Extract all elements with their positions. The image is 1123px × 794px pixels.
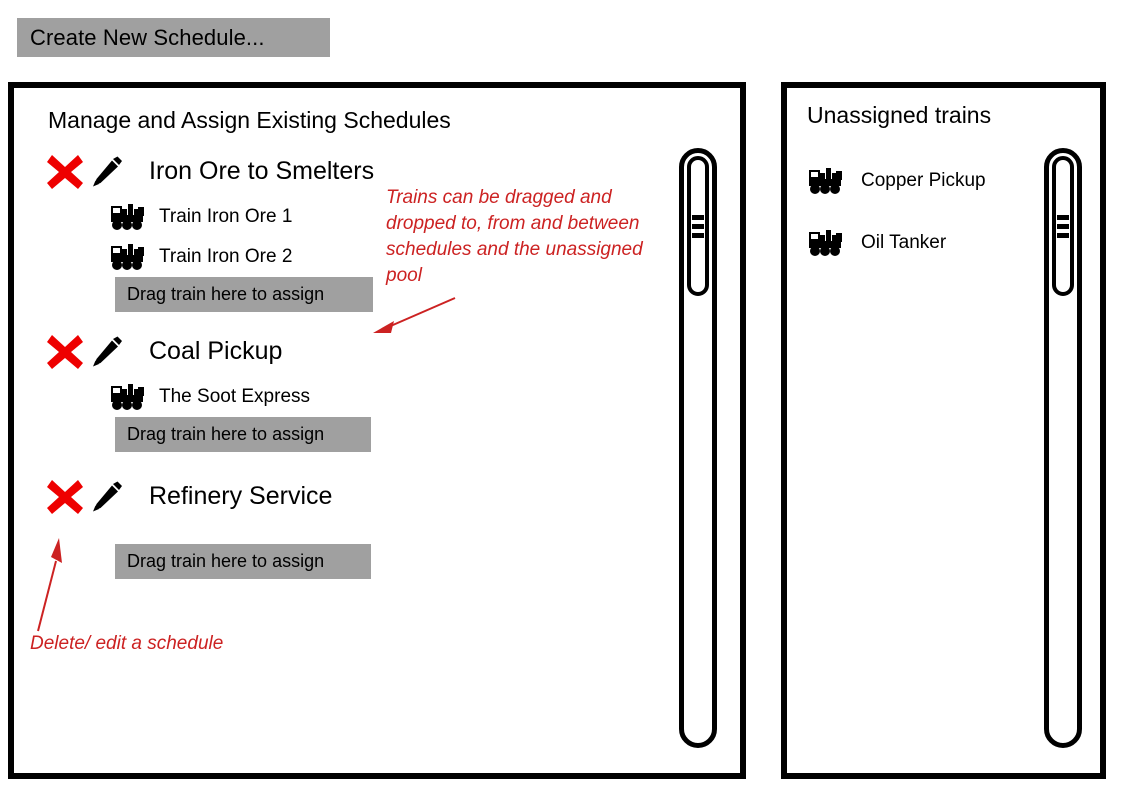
x-mark-icon[interactable] (45, 151, 85, 191)
x-mark-icon[interactable] (45, 476, 85, 516)
train-list-item[interactable]: The Soot Express (14, 377, 674, 417)
pencil-icon[interactable] (89, 478, 125, 514)
pencil-icon[interactable] (89, 153, 125, 189)
scrollbar-thumb-grip (1057, 232, 1069, 238)
schedules-scrollbar[interactable] (679, 148, 717, 748)
scrollbar-thumb-grip (1057, 223, 1069, 229)
unassigned-trains-panel: Unassigned trains Copper Pickup Oil Tank… (781, 82, 1106, 779)
schedule-block: Refinery Service Drag train here to assi… (14, 470, 674, 579)
scrollbar-thumb-grip (692, 214, 704, 220)
train-name: The Soot Express (159, 386, 311, 407)
schedule-dropzone-label: Drag train here to assign (127, 551, 325, 571)
schedule-dropzone[interactable]: Drag train here to assign (115, 277, 373, 312)
drag-annotation-text: Trains can be dragged and dropped to, fr… (386, 187, 643, 286)
schedule-header: Coal Pickup (14, 325, 674, 377)
train-icon (809, 168, 842, 194)
drag-annotation-arrow (373, 297, 456, 333)
x-mark-icon[interactable] (45, 331, 85, 371)
scrollbar-thumb[interactable] (1052, 156, 1074, 296)
unassigned-trains-title: Unassigned trains (807, 102, 992, 128)
schedule-name: Refinery Service (149, 481, 333, 510)
manage-schedules-title: Manage and Assign Existing Schedules (48, 107, 451, 133)
scrollbar-thumb-grip (692, 232, 704, 238)
schedule-name: Coal Pickup (149, 336, 283, 365)
train-name: Train Iron Ore 2 (159, 246, 293, 267)
schedule-dropzone[interactable]: Drag train here to assign (115, 544, 371, 579)
train-name: Train Iron Ore 1 (159, 206, 293, 227)
train-icon (111, 384, 144, 410)
unassigned-scrollbar[interactable] (1044, 148, 1082, 748)
pencil-icon[interactable] (89, 333, 125, 369)
schedule-block: Coal Pickup The Soot Express Drag train … (14, 325, 674, 452)
schedule-header: Refinery Service (14, 470, 674, 522)
scrollbar-thumb[interactable] (687, 156, 709, 296)
scrollbar-thumb-grip (1057, 214, 1069, 220)
create-new-schedule-button[interactable]: Create New Schedule... (17, 18, 330, 57)
scrollbar-thumb-grip (692, 223, 704, 229)
schedule-name: Iron Ore to Smelters (149, 156, 375, 185)
schedule-dropzone-label: Drag train here to assign (127, 424, 325, 444)
train-icon (111, 204, 144, 230)
train-name: Oil Tanker (861, 232, 947, 253)
train-icon (111, 244, 144, 270)
train-icon (809, 230, 842, 256)
train-name: Copper Pickup (861, 170, 986, 191)
schedule-dropzone[interactable]: Drag train here to assign (115, 417, 371, 452)
create-new-schedule-label: Create New Schedule... (30, 24, 265, 50)
delete-annotation-arrow (37, 538, 62, 632)
schedule-dropzone-label: Drag train here to assign (127, 284, 325, 304)
